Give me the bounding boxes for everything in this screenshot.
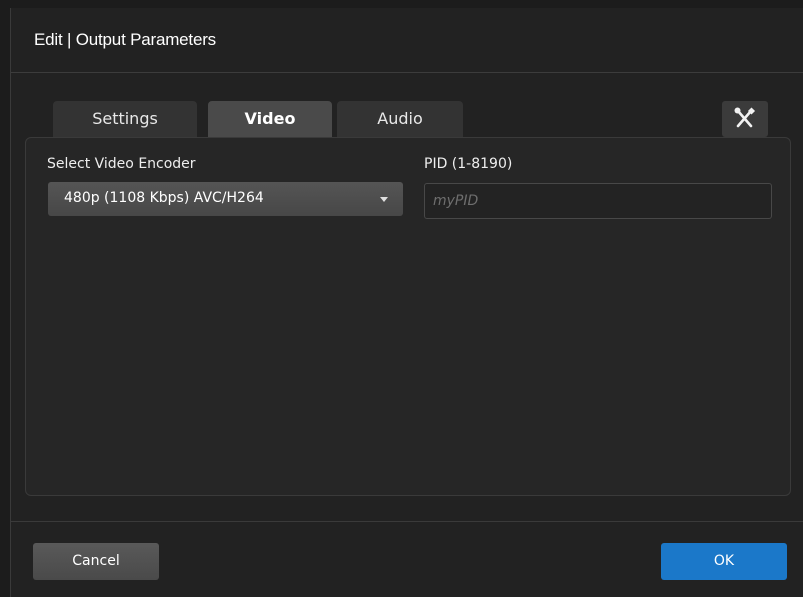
encoder-selected-value: 480p (1108 Kbps) AVC/H264 xyxy=(64,190,264,206)
chevron-down-icon xyxy=(380,197,388,202)
footer-divider xyxy=(11,521,803,522)
tab-audio[interactable]: Audio xyxy=(337,101,463,137)
video-encoder-select[interactable]: 480p (1108 Kbps) AVC/H264 xyxy=(48,182,403,216)
dialog-title: Edit | Output Parameters xyxy=(34,30,216,49)
pid-label: PID (1-8190) xyxy=(424,156,513,172)
pid-input[interactable] xyxy=(424,183,772,219)
cancel-button[interactable]: Cancel xyxy=(33,543,159,580)
tab-video[interactable]: Video xyxy=(208,101,332,138)
tools-button[interactable] xyxy=(722,101,768,137)
tools-icon xyxy=(734,107,756,128)
encoder-label: Select Video Encoder xyxy=(47,156,196,172)
ok-button[interactable]: OK xyxy=(661,543,787,580)
output-parameters-dialog: Edit | Output Parameters Settings Video … xyxy=(10,8,803,597)
tab-settings[interactable]: Settings xyxy=(53,101,197,137)
dialog-title-bar: Edit | Output Parameters xyxy=(11,8,803,73)
video-settings-panel: Select Video Encoder 480p (1108 Kbps) AV… xyxy=(25,137,791,496)
